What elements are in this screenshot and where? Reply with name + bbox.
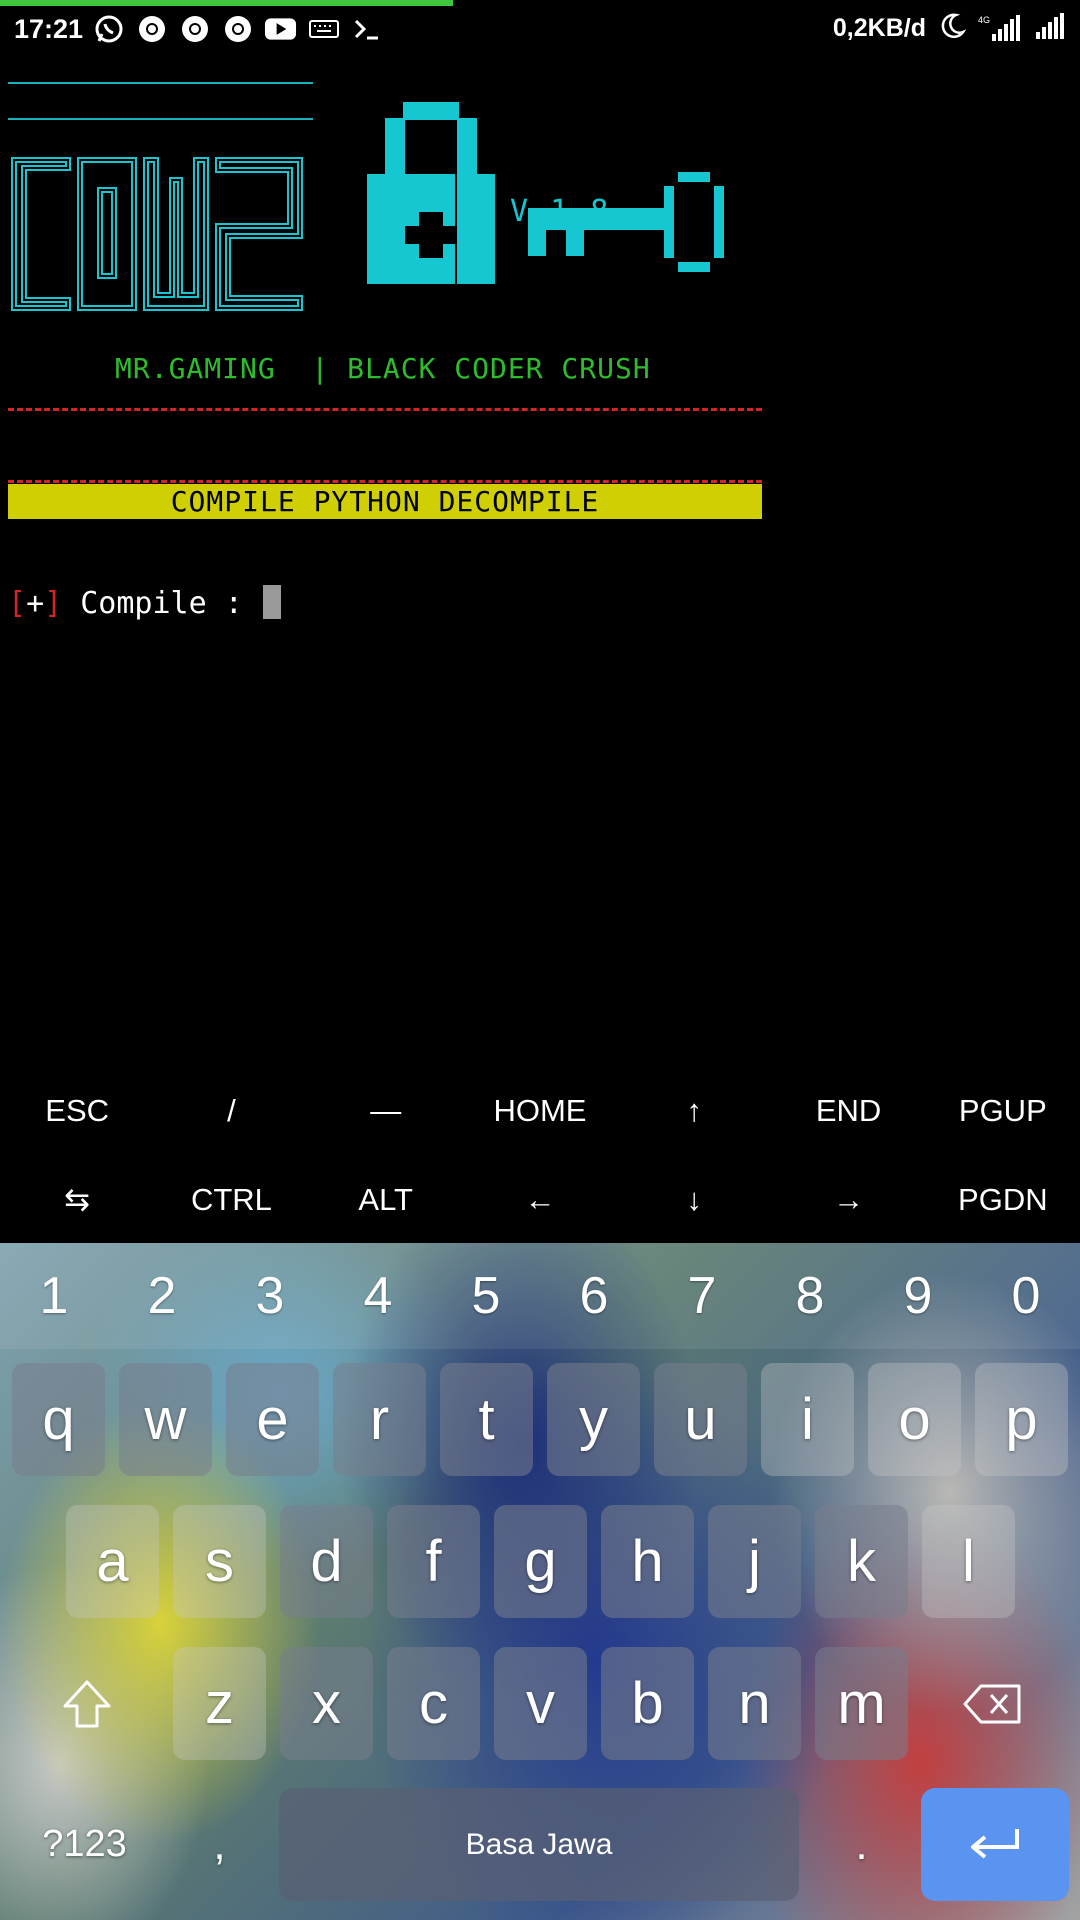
shift-key[interactable] [40, 1647, 133, 1760]
key-g[interactable]: g [494, 1505, 587, 1618]
key-z[interactable]: z [173, 1647, 266, 1760]
home-key[interactable]: HOME [463, 1066, 617, 1155]
key-h[interactable]: h [601, 1505, 694, 1618]
youtube-icon [264, 12, 297, 45]
key-o[interactable]: o [868, 1363, 961, 1476]
extra-keys-row-2: ⇆ CTRL ALT ← ↓ → PGDN [0, 1155, 1080, 1244]
lock-icon [367, 102, 495, 284]
soft-keyboard: 1 2 3 4 5 6 7 8 9 0 q w e r t y u i o p … [0, 1243, 1080, 1920]
tool-banner: COMPILE PYTHON DECOMPILE [8, 484, 762, 519]
key-y[interactable]: y [547, 1363, 640, 1476]
status-bar: 17:21 0,2KB/d 4G [0, 6, 1080, 56]
key-4[interactable]: 4 [324, 1243, 432, 1349]
key-r[interactable]: r [333, 1363, 426, 1476]
key-1[interactable]: 1 [0, 1243, 108, 1349]
key-v[interactable]: v [494, 1647, 587, 1760]
key-i[interactable]: i [761, 1363, 854, 1476]
red-rule-bottom [8, 480, 762, 483]
esc-key[interactable]: ESC [0, 1066, 154, 1155]
space-bar[interactable]: Basa Jawa [279, 1788, 799, 1901]
left-arrow-key[interactable]: ← [463, 1155, 617, 1244]
terminal-icon [350, 12, 383, 45]
data-rate: 0,2KB/d [832, 13, 926, 42]
moon-icon [938, 12, 967, 44]
signal-4g-icon: 4G [978, 14, 1022, 42]
keyboard-icon [307, 12, 340, 45]
chrome-icon [221, 12, 254, 45]
right-arrow-key[interactable]: → [771, 1155, 925, 1244]
comma-key[interactable]: , [173, 1788, 266, 1901]
logo-top-rule [8, 82, 313, 84]
period-key[interactable]: . [815, 1788, 908, 1901]
clock: 17:21 [14, 14, 84, 44]
key-m[interactable]: m [815, 1647, 908, 1760]
status-right: 0,2KB/d 4G [833, 12, 1068, 44]
ctrl-key[interactable]: CTRL [154, 1155, 308, 1244]
whatsapp-icon [92, 12, 125, 45]
slash-key[interactable]: / [154, 1066, 308, 1155]
logo-top-rule-2 [8, 118, 313, 120]
tab-key[interactable]: ⇆ [0, 1155, 154, 1244]
key-5[interactable]: 5 [432, 1243, 540, 1349]
key-q[interactable]: q [12, 1363, 105, 1476]
dash-key[interactable]: — [309, 1066, 463, 1155]
ascii-logo [11, 157, 303, 311]
enter-icon [971, 1828, 1019, 1859]
end-key[interactable]: END [771, 1066, 925, 1155]
key-e[interactable]: e [226, 1363, 319, 1476]
key-3[interactable]: 3 [216, 1243, 324, 1349]
key-n[interactable]: n [708, 1647, 801, 1760]
key-t[interactable]: t [440, 1363, 533, 1476]
key-k[interactable]: k [815, 1505, 908, 1618]
svg-text:4G: 4G [978, 15, 990, 25]
key-a[interactable]: a [66, 1505, 159, 1618]
key-b[interactable]: b [601, 1647, 694, 1760]
prompt-bracket-open: [ [8, 586, 27, 621]
key-9[interactable]: 9 [864, 1243, 972, 1349]
key-7[interactable]: 7 [648, 1243, 756, 1349]
key-c[interactable]: c [387, 1647, 480, 1760]
number-row: 1 2 3 4 5 6 7 8 9 0 [0, 1243, 1080, 1349]
key-w[interactable]: w [119, 1363, 212, 1476]
chrome-icon [135, 12, 168, 45]
up-arrow-key[interactable]: ↑ [617, 1066, 771, 1155]
enter-key[interactable] [921, 1788, 1069, 1901]
alt-key[interactable]: ALT [309, 1155, 463, 1244]
key-d[interactable]: d [280, 1505, 373, 1618]
shift-icon [63, 1680, 110, 1727]
compile-prompt[interactable]: [+] Compile : [8, 584, 281, 622]
signal-icon [1034, 12, 1068, 44]
key-6[interactable]: 6 [540, 1243, 648, 1349]
backspace-icon [963, 1684, 1020, 1723]
key-icon [528, 172, 724, 272]
symbols-key[interactable]: ?123 [12, 1788, 157, 1901]
key-u[interactable]: u [654, 1363, 747, 1476]
backspace-key[interactable] [946, 1647, 1039, 1760]
key-x[interactable]: x [280, 1647, 373, 1760]
key-p[interactable]: p [975, 1363, 1068, 1476]
down-arrow-key[interactable]: ↓ [617, 1155, 771, 1244]
key-f[interactable]: f [387, 1505, 480, 1618]
pgdn-key[interactable]: PGDN [926, 1155, 1080, 1244]
key-l[interactable]: l [922, 1505, 1015, 1618]
extra-keys-row-1: ESC / — HOME ↑ END PGUP [0, 1066, 1080, 1155]
key-0[interactable]: 0 [972, 1243, 1080, 1349]
pgup-key[interactable]: PGUP [926, 1066, 1080, 1155]
chrome-icon [178, 12, 211, 45]
notification-icons [92, 12, 383, 45]
prompt-plus: + [26, 586, 45, 621]
red-rule-top [8, 408, 762, 411]
key-j[interactable]: j [708, 1505, 801, 1618]
prompt-label: Compile : [62, 586, 261, 621]
text-cursor [262, 584, 281, 619]
author-credits: MR.GAMING | BLACK CODER CRUSH [115, 352, 651, 385]
prompt-bracket-close: ] [44, 586, 63, 621]
key-8[interactable]: 8 [756, 1243, 864, 1349]
key-s[interactable]: s [173, 1505, 266, 1618]
key-2[interactable]: 2 [108, 1243, 216, 1349]
terminal-output[interactable]: V.1.8 MR.GAMING | BLACK CODER CRUSH COMP… [0, 56, 1080, 1056]
extra-keys-bar: ESC / — HOME ↑ END PGUP ⇆ CTRL ALT ← ↓ →… [0, 1066, 1080, 1244]
